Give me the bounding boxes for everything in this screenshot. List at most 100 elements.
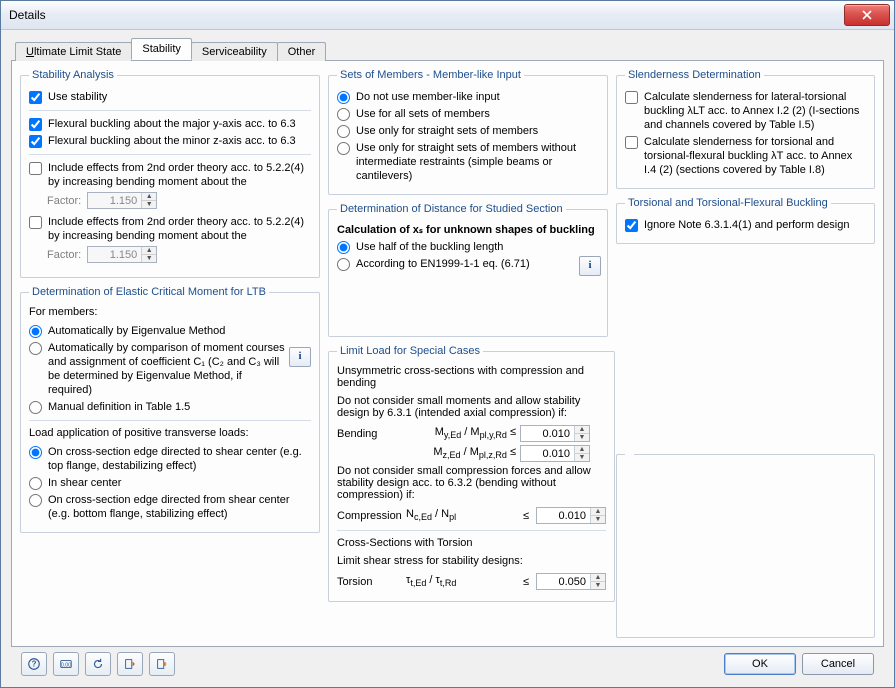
lbl-compression: Compression xyxy=(337,510,402,522)
spin-mz[interactable]: ▲▼ xyxy=(520,445,590,462)
legend-stability: Stability Analysis xyxy=(29,69,117,81)
rad-eigen[interactable]: Automatically by Eigenvalue Method xyxy=(29,324,311,338)
window-title: Details xyxy=(9,8,844,22)
rad-sets-none[interactable]: Do not use member-like input xyxy=(337,90,599,104)
up-icon[interactable]: ▲ xyxy=(575,426,589,434)
info-button-distance[interactable]: i xyxy=(579,256,601,276)
factor-a-input[interactable] xyxy=(88,193,141,208)
load-config-button[interactable] xyxy=(117,652,143,676)
input-tau[interactable] xyxy=(537,574,590,589)
lbl-torsion: Torsion xyxy=(337,576,402,588)
up-icon[interactable]: ▲ xyxy=(142,193,156,201)
input-mz[interactable] xyxy=(521,446,574,461)
chk-ignore-note[interactable]: Ignore Note 6.3.1.4(1) and perform desig… xyxy=(625,218,866,232)
help-button[interactable]: ? xyxy=(21,652,47,676)
footer: ? 0.00 OK Cancel xyxy=(11,647,884,681)
load-icon xyxy=(123,657,137,671)
factor-row-b: Factor: ▲▼ xyxy=(29,246,311,263)
rad-edge-to[interactable]: On cross-section edge directed to shear … xyxy=(29,445,311,473)
spin-my[interactable]: ▲▼ xyxy=(520,425,590,442)
units-button[interactable]: 0.00 xyxy=(53,652,79,676)
up-icon[interactable]: ▲ xyxy=(591,574,605,582)
group-limit: Limit Load for Special Cases Unsymmetric… xyxy=(328,345,615,602)
group-stability-analysis: Stability Analysis Use stability Flexura… xyxy=(20,69,320,278)
tab-other[interactable]: Other xyxy=(277,42,327,61)
reset-icon xyxy=(91,657,105,671)
chk-use-stability[interactable]: Use stability xyxy=(29,90,311,104)
rad-edge-from[interactable]: On cross-section edge directed from shea… xyxy=(29,493,311,521)
torsion-note: Limit shear stress for stability designs… xyxy=(337,555,606,567)
chk-slender-tor[interactable]: Calculate slenderness for torsional and … xyxy=(625,135,866,177)
empty-box xyxy=(616,449,875,639)
up-icon[interactable]: ▲ xyxy=(591,508,605,516)
info-button-ltb[interactable]: i xyxy=(289,347,311,367)
col-right: Slenderness Determination Calculate slen… xyxy=(616,69,875,638)
factor-row-a: Factor: ▲▼ xyxy=(29,192,311,209)
torsion-head: Cross-Sections with Torsion xyxy=(337,537,606,549)
details-dialog: Details Ultimate Limit State Stability S… xyxy=(0,0,895,688)
rad-sets-all[interactable]: Use for all sets of members xyxy=(337,107,599,121)
col-mid: Sets of Members - Member-like Input Do n… xyxy=(328,69,608,638)
rad-compare[interactable]: Automatically by comparison of moment co… xyxy=(29,341,311,397)
row-nc: Compression Nc,Ed / Npl ≤ ▲▼ xyxy=(337,507,606,524)
input-nc[interactable] xyxy=(537,508,590,523)
chk-second-order-a[interactable]: Include effects from 2nd order theory ac… xyxy=(29,161,311,189)
limit-note1: Do not consider small moments and allow … xyxy=(337,395,606,419)
input-my[interactable] xyxy=(521,426,574,441)
lbl-bending: Bending xyxy=(337,428,402,440)
rad-sets-straight-noint[interactable]: Use only for straight sets of members wi… xyxy=(337,141,599,183)
factor-a-spinner[interactable]: ▲▼ xyxy=(87,192,157,209)
chk-flex-y[interactable]: Flexural buckling about the major y-axis… xyxy=(29,117,311,131)
down-icon[interactable]: ▼ xyxy=(575,434,589,441)
down-icon[interactable]: ▼ xyxy=(575,454,589,461)
group-slenderness: Slenderness Determination Calculate slen… xyxy=(616,69,875,189)
down-icon[interactable]: ▼ xyxy=(591,582,605,589)
cancel-button[interactable]: Cancel xyxy=(802,653,874,675)
factor-b-spinner[interactable]: ▲▼ xyxy=(87,246,157,263)
rad-half[interactable]: Use half of the buckling length xyxy=(337,240,599,254)
save-icon xyxy=(155,657,169,671)
tab-uls[interactable]: Ultimate Limit State xyxy=(15,42,132,61)
down-icon[interactable]: ▼ xyxy=(142,255,156,262)
legend-torsional: Torsional and Torsional-Flexural Bucklin… xyxy=(625,197,831,209)
spin-nc[interactable]: ▲▼ xyxy=(536,507,606,524)
up-icon[interactable]: ▲ xyxy=(575,446,589,454)
spin-tau[interactable]: ▲▼ xyxy=(536,573,606,590)
down-icon[interactable]: ▼ xyxy=(142,201,156,208)
legend-slenderness: Slenderness Determination xyxy=(625,69,764,81)
chk-flex-z[interactable]: Flexural buckling about the minor z-axis… xyxy=(29,134,311,148)
tab-serviceability[interactable]: Serviceability xyxy=(191,42,278,61)
tab-stability[interactable]: Stability xyxy=(131,38,192,60)
rad-sets-straight[interactable]: Use only for straight sets of members xyxy=(337,124,599,138)
rad-en[interactable]: According to EN1999-1-1 eq. (6.71) xyxy=(337,257,599,271)
save-config-button[interactable] xyxy=(149,652,175,676)
titlebar: Details xyxy=(1,1,894,30)
op-le-nc: ≤ xyxy=(520,510,532,522)
rad-in-shear[interactable]: In shear center xyxy=(29,476,311,490)
rad-manual[interactable]: Manual definition in Table 1.5 xyxy=(29,400,311,414)
close-button[interactable] xyxy=(844,4,890,26)
sym-nc: Nc,Ed / Npl xyxy=(406,508,516,522)
distance-title: Calculation of xₛ for unknown shapes of … xyxy=(337,223,599,236)
up-icon[interactable]: ▲ xyxy=(142,247,156,255)
row-tau: Torsion τt,Ed / τt,Rd ≤ ▲▼ xyxy=(337,573,606,590)
legend-limit: Limit Load for Special Cases xyxy=(337,345,483,357)
reset-button[interactable] xyxy=(85,652,111,676)
svg-text:0.00: 0.00 xyxy=(61,663,71,669)
row-my: Bending My,Ed / Mpl,y,Rd ≤ ▲▼ xyxy=(337,425,606,442)
row-mz: Mz,Ed / Mpl,z,Rd ≤ ▲▼ xyxy=(337,445,606,462)
chk-second-order-b[interactable]: Include effects from 2nd order theory ac… xyxy=(29,215,311,243)
factor-label-a: Factor: xyxy=(47,195,81,207)
group-torsional: Torsional and Torsional-Flexural Bucklin… xyxy=(616,197,875,244)
chk-slender-ltb[interactable]: Calculate slenderness for lateral-torsio… xyxy=(625,90,866,132)
dialog-body: Ultimate Limit State Stability Serviceab… xyxy=(1,30,894,687)
group-sets: Sets of Members - Member-like Input Do n… xyxy=(328,69,608,195)
limit-unsym: Unsymmetric cross-sections with compress… xyxy=(337,365,606,389)
factor-b-input[interactable] xyxy=(88,247,141,262)
down-icon[interactable]: ▼ xyxy=(591,516,605,523)
ok-button[interactable]: OK xyxy=(724,653,796,675)
group-ltb: Determination of Elastic Critical Moment… xyxy=(20,286,320,533)
ltb-for-members: For members: xyxy=(29,306,311,318)
sym-my: My,Ed / Mpl,y,Rd ≤ xyxy=(406,426,516,440)
op-le-tau: ≤ xyxy=(520,576,532,588)
